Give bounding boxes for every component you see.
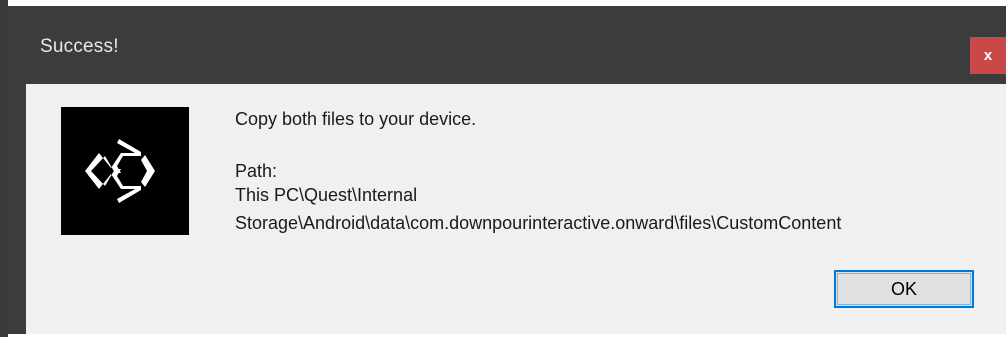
close-button[interactable]: x: [970, 37, 1006, 74]
dialog-content: Copy both files to your device. Path: Th…: [26, 84, 1006, 334]
ok-button-label: OK: [890, 278, 917, 299]
message-text: Copy both files to your device.: [235, 109, 477, 129]
dialog-title: Success!: [40, 36, 119, 57]
unity-logo-glyph: [85, 139, 155, 203]
close-icon: x: [983, 47, 993, 64]
dialog-titlebar[interactable]: Success! x: [8, 6, 1006, 84]
unity-logo-icon: [61, 107, 189, 235]
path-label: Path:: [235, 161, 278, 181]
path-value-line-2: Storage\Android\data\com.downpourinterac…: [235, 213, 842, 233]
ok-button[interactable]: OK: [834, 270, 974, 308]
background-window-edge: [0, 0, 8, 337]
success-dialog: Success! x Copy both files to your devic…: [8, 6, 1006, 334]
path-value-line-1: This PC\Quest\Internal: [235, 185, 418, 205]
